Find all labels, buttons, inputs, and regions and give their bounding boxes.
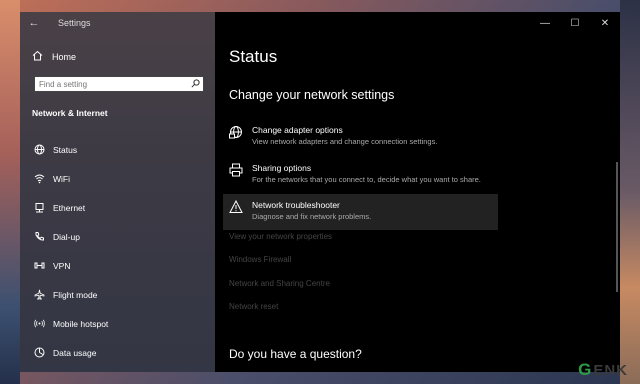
option-title: Network troubleshooter (252, 200, 340, 210)
main-content: — ☐ ✕ Status Change your network setting… (215, 12, 620, 372)
phone-icon (33, 231, 45, 243)
option-title: Change adapter options (252, 125, 343, 135)
option-description: For the networks that you connect to, de… (252, 175, 481, 184)
question-heading: Do you have a question? (229, 347, 362, 361)
sharing-options[interactable]: Sharing options For the networks that yo… (223, 157, 498, 193)
title-bar: ← Settings (20, 12, 215, 34)
data-usage-icon (33, 347, 45, 359)
globe-icon (33, 144, 45, 156)
home-label: Home (52, 52, 77, 62)
option-description: Diagnose and fix network problems. (252, 212, 372, 221)
sidebar: ← Settings Home Network & Internet Statu… (20, 12, 215, 372)
sidebar-item-label: Mobile hotspot (53, 318, 109, 329)
wifi-icon (33, 173, 45, 185)
close-icon[interactable]: ✕ (590, 12, 620, 34)
link-windows-firewall[interactable]: Windows Firewall (229, 255, 291, 264)
option-title: Sharing options (252, 163, 312, 173)
sidebar-item-status[interactable]: Status (20, 135, 215, 164)
sidebar-item-label: WiFi (53, 173, 70, 184)
sidebar-item-ethernet[interactable]: Ethernet (20, 193, 215, 222)
minimize-icon[interactable]: — (530, 12, 560, 34)
desktop-background-left (0, 0, 20, 384)
sidebar-item-vpn[interactable]: VPN (20, 251, 215, 280)
sidebar-item-label: Dial-up (53, 231, 80, 242)
option-description: View network adapters and change connect… (252, 137, 438, 146)
search-input[interactable] (35, 79, 191, 89)
hotspot-icon (33, 318, 45, 330)
sidebar-item-label: Data usage (53, 347, 97, 358)
vpn-icon (33, 260, 45, 272)
back-arrow-icon[interactable]: ← (20, 12, 48, 34)
link-network-reset[interactable]: Network reset (229, 302, 278, 311)
window-controls: — ☐ ✕ (530, 12, 620, 34)
airplane-icon (33, 289, 45, 301)
search-box[interactable] (34, 76, 204, 92)
settings-window: ← Settings Home Network & Internet Statu… (20, 12, 620, 372)
search-icon[interactable] (191, 78, 200, 90)
warning-icon (229, 199, 245, 218)
genk-watermark: G ENK (578, 360, 628, 380)
desktop-background-right (620, 0, 640, 384)
section-subheading: Change your network settings (229, 88, 395, 102)
sidebar-nav: Status WiFi Ethernet Dial-up VPN Flight … (20, 135, 215, 367)
scrollbar[interactable] (616, 162, 618, 292)
sidebar-item-mobile-hotspot[interactable]: Mobile hotspot (20, 309, 215, 338)
sidebar-item-wifi[interactable]: WiFi (20, 164, 215, 193)
sidebar-item-label: VPN (53, 260, 71, 271)
maximize-icon[interactable]: ☐ (560, 12, 590, 34)
printer-icon (229, 163, 245, 181)
sidebar-item-dial-up[interactable]: Dial-up (20, 222, 215, 251)
home-link[interactable]: Home (32, 50, 76, 64)
sidebar-item-label: Status (53, 144, 78, 155)
home-icon (32, 50, 44, 64)
sidebar-item-label: Flight mode (53, 289, 98, 300)
watermark-rest: ENK (593, 361, 628, 379)
ethernet-icon (33, 202, 45, 214)
sidebar-item-data-usage[interactable]: Data usage (20, 338, 215, 367)
watermark-g: G (578, 360, 593, 379)
sidebar-item-label: Ethernet (53, 202, 86, 213)
network-troubleshooter[interactable]: Network troubleshooter Diagnose and fix … (223, 194, 498, 230)
window-title: Settings (58, 18, 91, 28)
section-title: Network & Internet (32, 108, 108, 118)
change-adapter-options[interactable]: Change adapter options View network adap… (223, 119, 498, 155)
page-title: Status (229, 47, 278, 66)
link-view-network-properties[interactable]: View your network properties (229, 232, 332, 241)
adapter-icon (229, 125, 245, 143)
link-network-sharing-centre[interactable]: Network and Sharing Centre (229, 279, 330, 288)
sidebar-item-flight-mode[interactable]: Flight mode (20, 280, 215, 309)
